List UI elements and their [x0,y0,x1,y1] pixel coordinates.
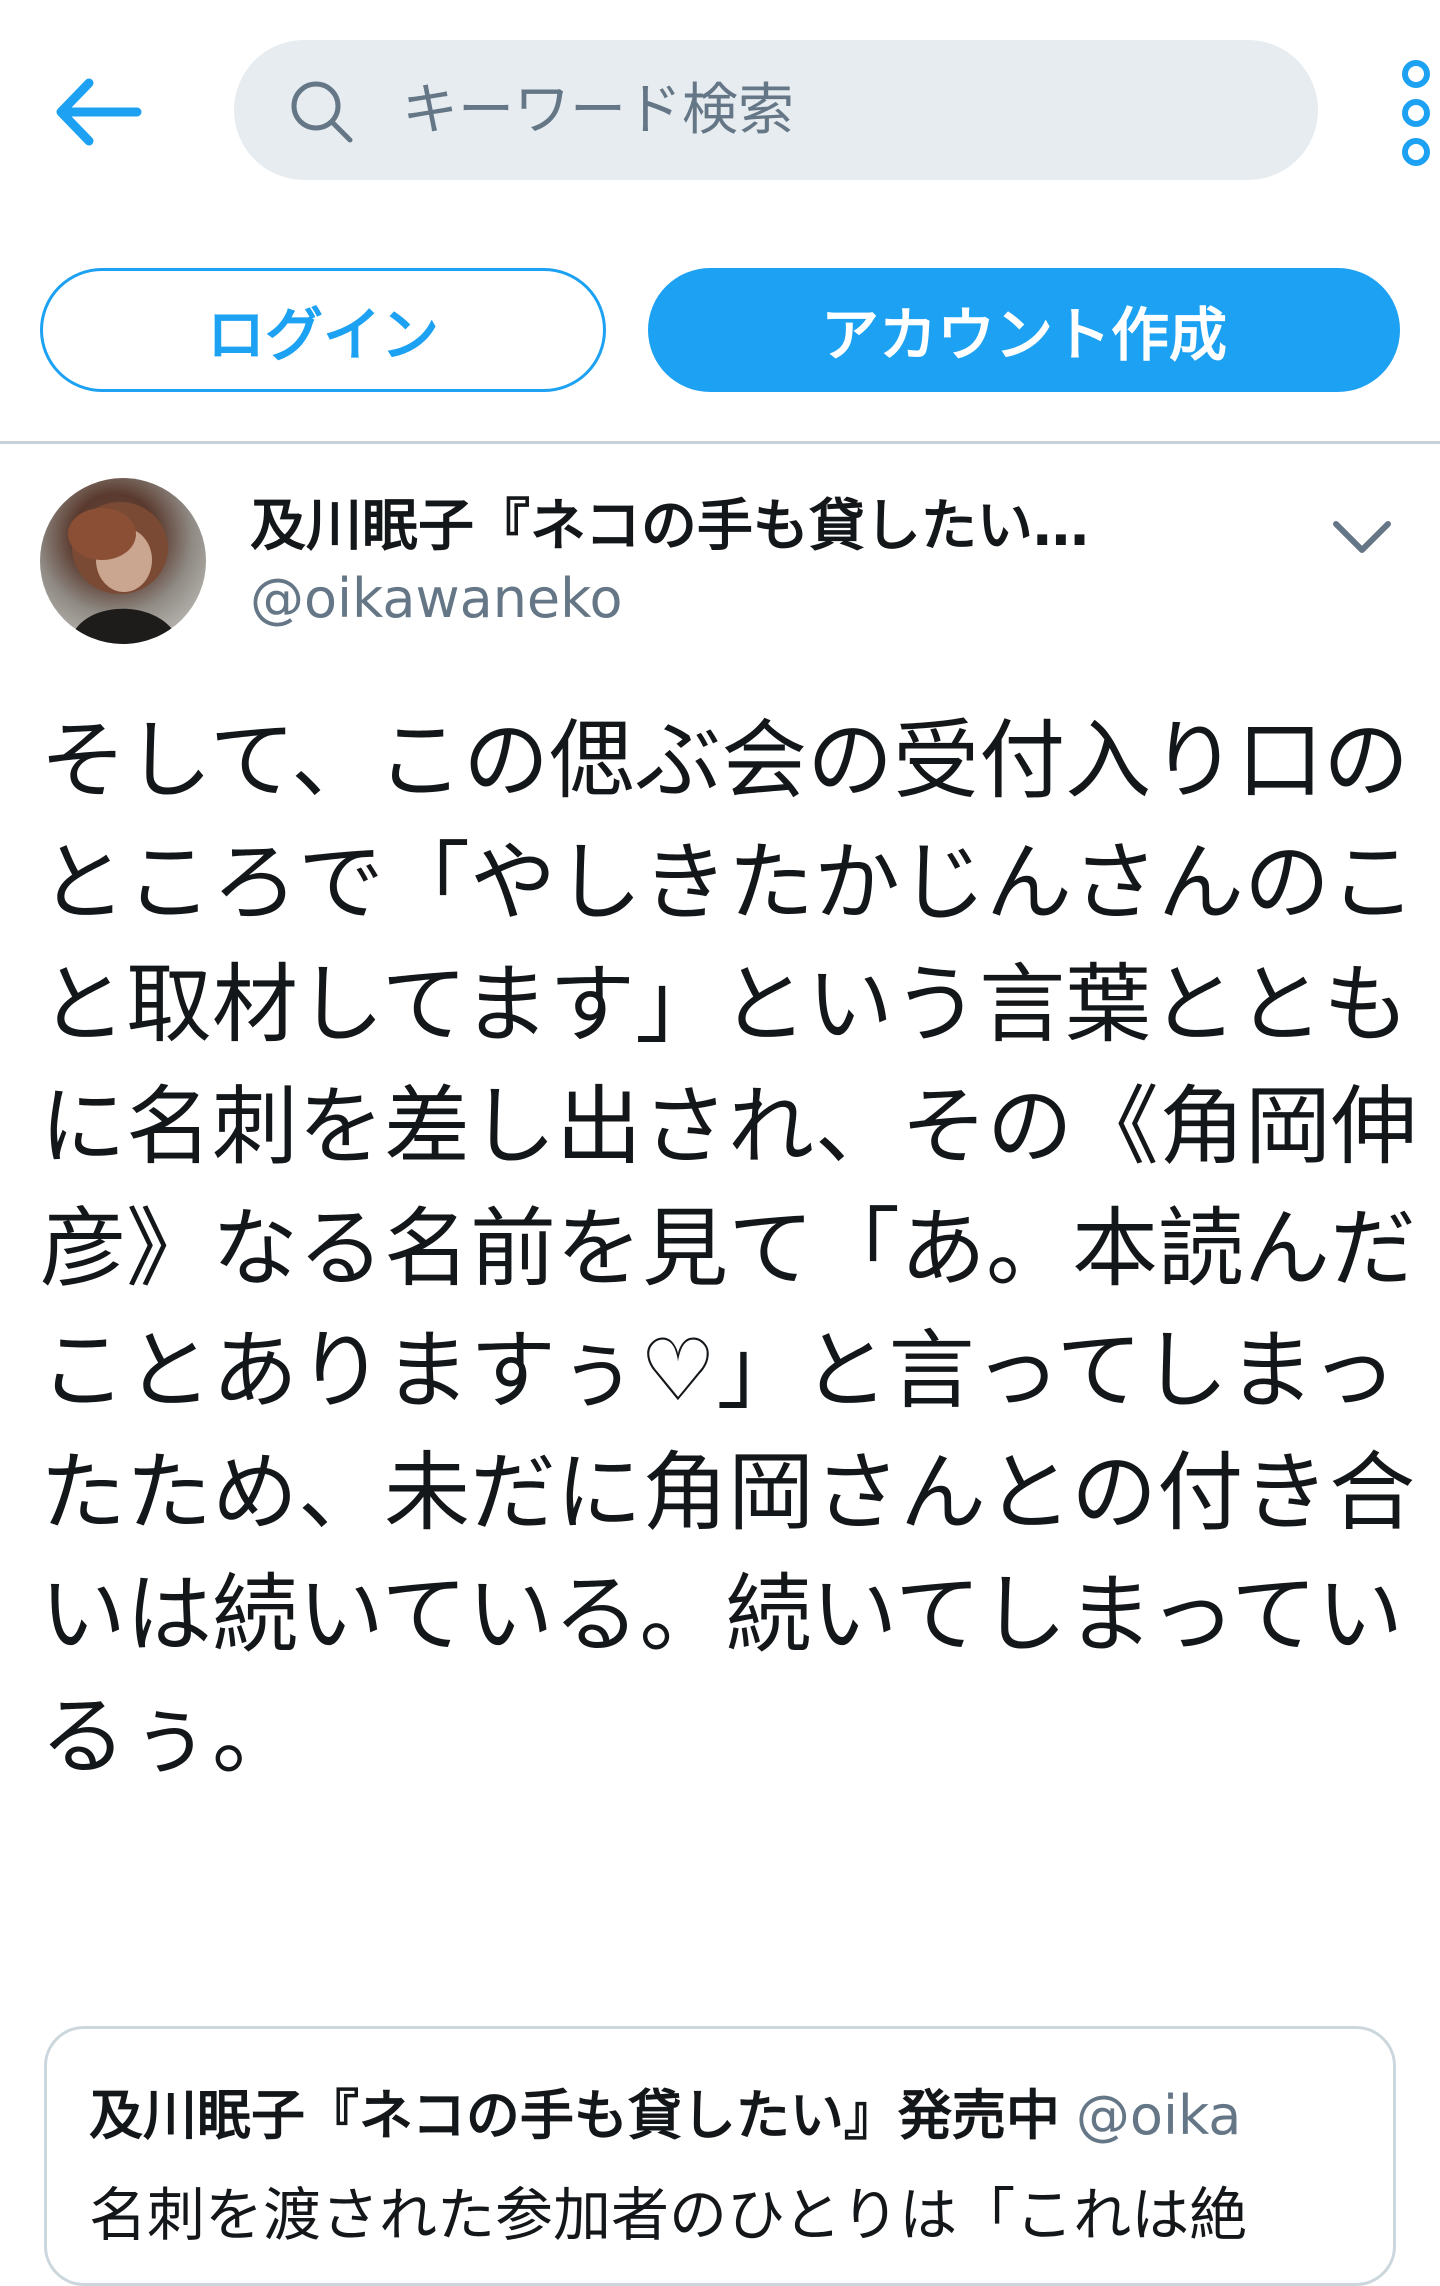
user-photo-icon [68,502,180,644]
tweet-menu-button[interactable] [1320,496,1404,580]
user-handle[interactable]: @oikawaneko [250,564,623,634]
header-divider [0,441,1440,444]
search-icon [291,81,353,143]
top-bar [0,0,1440,220]
vertical-dots-icon [1402,60,1430,166]
display-name[interactable]: 及川眠子『ネコの手も貸したい… [250,490,1200,564]
quoted-tweet-text: 名刺を渡された参加者のひとりは「これは絶 [89,2181,1248,2249]
quoted-tweet[interactable]: 及川眠子『ネコの手も貸したい』発売中 @oika 名刺を渡された参加者のひとりは「… [44,2026,1396,2286]
search-input[interactable] [402,60,1282,160]
arrow-left-icon [56,78,142,146]
quoted-display-name: 及川眠子『ネコの手も貸したい』発売中 [89,2084,1060,2147]
back-button[interactable] [48,62,148,162]
tweet-text: そして、この偲ぶ会の受付入り口のところで「やしきたかじんさんのこと取材してます」… [40,711,1417,1787]
chevron-down-icon [1333,521,1391,553]
more-options-button[interactable] [1392,58,1440,168]
search-bar[interactable] [234,40,1318,180]
tweet-header: 及川眠子『ネコの手も貸したい… @oikawaneko [0,470,1440,650]
quoted-tweet-author: 及川眠子『ネコの手も貸したい』発売中 @oika [89,2081,1241,2151]
create-account-button[interactable]: アカウント作成 [648,268,1400,392]
avatar[interactable] [40,478,206,644]
auth-buttons: ログイン アカウント作成 [0,268,1440,398]
login-button[interactable]: ログイン [40,268,606,392]
quoted-handle: @oika [1075,2084,1242,2147]
